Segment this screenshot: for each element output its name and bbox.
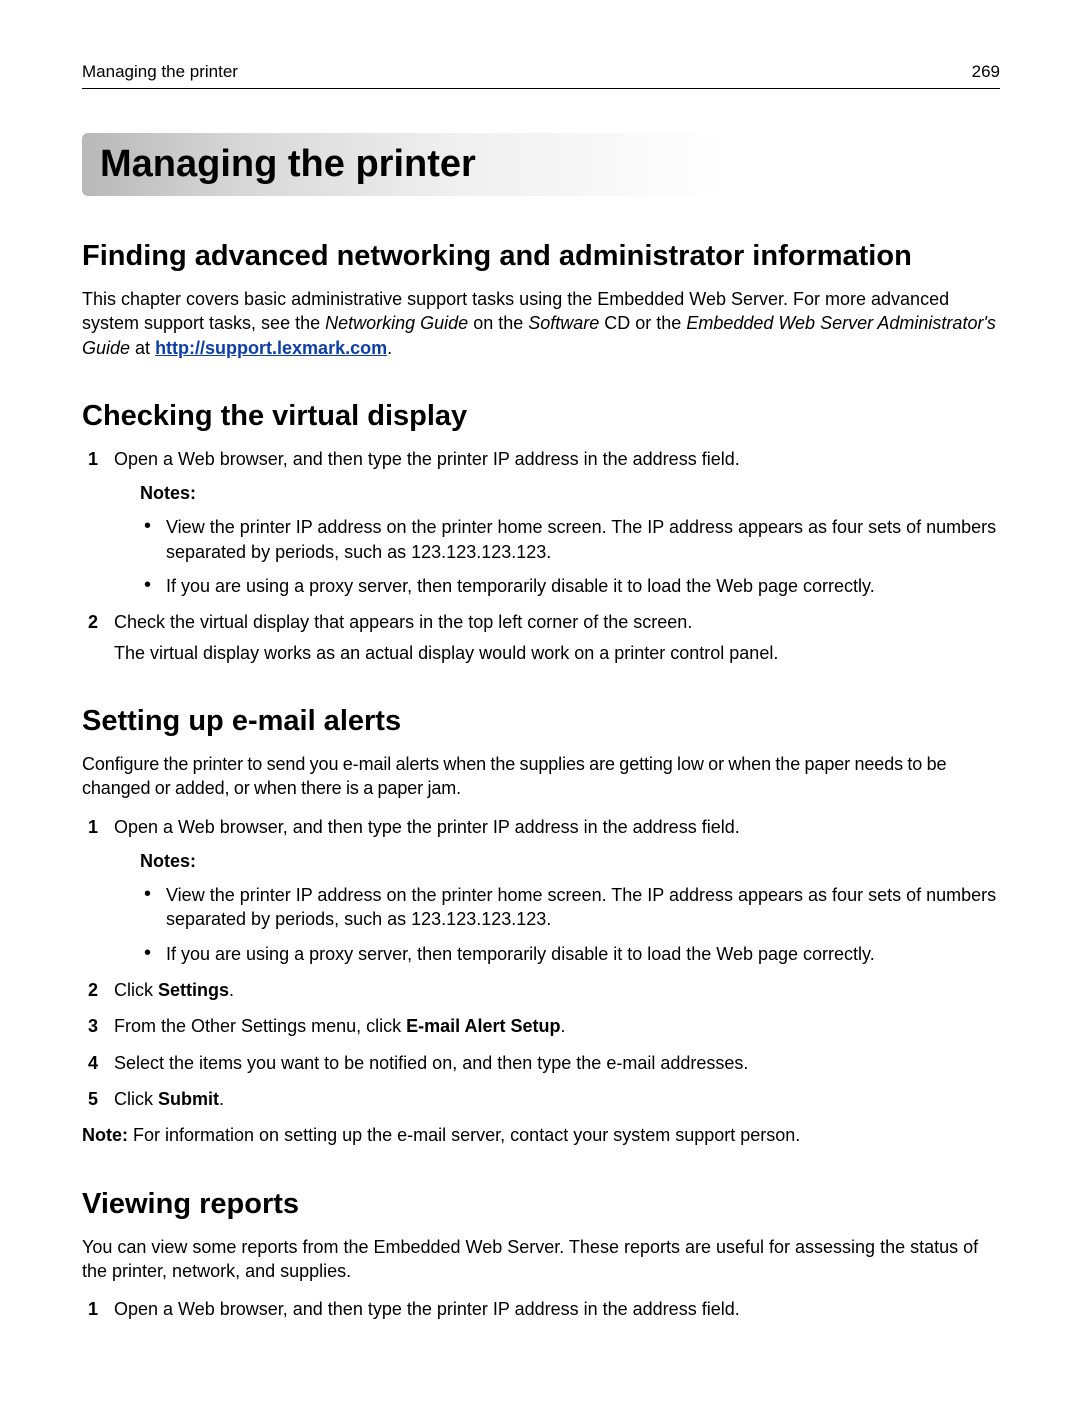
step-item: Click Submit.: [82, 1087, 1000, 1111]
step-item: Select the items you want to be notified…: [82, 1051, 1000, 1075]
step-item: From the Other Settings menu, click E‑ma…: [82, 1014, 1000, 1038]
section-title: Checking the virtual display: [82, 400, 1000, 433]
footnote: Note: For information on setting up the …: [82, 1123, 1000, 1147]
steps-list: Open a Web browser, and then type the pr…: [82, 1297, 1000, 1321]
section-title: Setting up e‑mail alerts: [82, 705, 1000, 738]
intro-paragraph: You can view some reports from the Embed…: [82, 1235, 1000, 1284]
chapter-title: Managing the printer: [82, 133, 1000, 196]
notes-label: Notes:: [140, 849, 1000, 873]
step-item: Open a Web browser, and then type the pr…: [82, 815, 1000, 966]
step-continuation: The virtual display works as an actual d…: [114, 641, 1000, 665]
section-title: Finding advanced networking and administ…: [82, 240, 1000, 273]
intro-paragraph: This chapter covers basic administrative…: [82, 287, 1000, 360]
section-checking-virtual-display: Checking the virtual display Open a Web …: [82, 400, 1000, 665]
section-finding-advanced: Finding advanced networking and administ…: [82, 240, 1000, 360]
header-title: Managing the printer: [82, 62, 238, 82]
step-item: Check the virtual display that appears i…: [82, 610, 1000, 665]
note-item: View the printer IP address on the print…: [140, 515, 1000, 564]
note-item: If you are using a proxy server, then te…: [140, 942, 1000, 966]
page: Managing the printer 269 Managing the pr…: [0, 0, 1080, 1421]
steps-list: Open a Web browser, and then type the pr…: [82, 815, 1000, 1112]
notes-label: Notes:: [140, 481, 1000, 505]
intro-paragraph: Configure the printer to send you e‑mail…: [82, 752, 1000, 801]
support-link[interactable]: http://support.lexmark.com: [155, 338, 387, 358]
note-item: View the printer IP address on the print…: [140, 883, 1000, 932]
step-item: Click Settings.: [82, 978, 1000, 1002]
section-email-alerts: Setting up e‑mail alerts Configure the p…: [82, 705, 1000, 1148]
note-item: If you are using a proxy server, then te…: [140, 574, 1000, 598]
section-viewing-reports: Viewing reports You can view some report…: [82, 1188, 1000, 1322]
step-item: Open a Web browser, and then type the pr…: [82, 1297, 1000, 1321]
notes-list: View the printer IP address on the print…: [140, 515, 1000, 598]
running-header: Managing the printer 269: [82, 62, 1000, 89]
steps-list: Open a Web browser, and then type the pr…: [82, 447, 1000, 665]
step-item: Open a Web browser, and then type the pr…: [82, 447, 1000, 598]
section-title: Viewing reports: [82, 1188, 1000, 1221]
page-number: 269: [972, 62, 1000, 82]
notes-list: View the printer IP address on the print…: [140, 883, 1000, 966]
